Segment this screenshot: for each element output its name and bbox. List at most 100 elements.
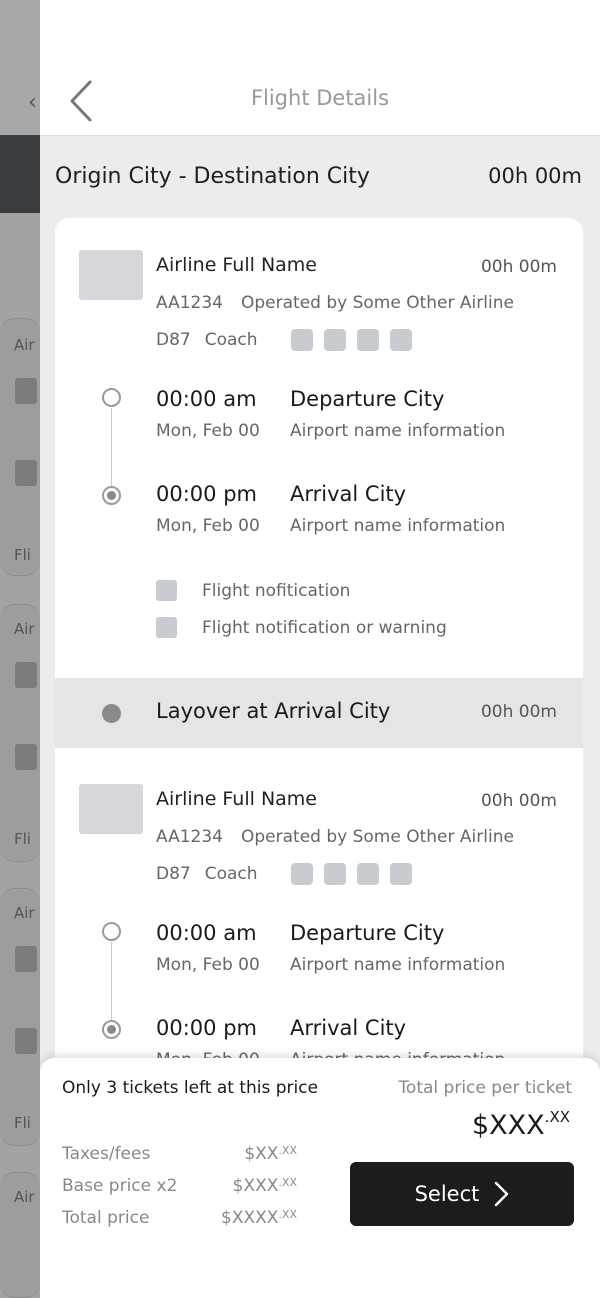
background-thumb — [15, 378, 37, 404]
arrival-marker-icon — [102, 1020, 121, 1039]
arrival-city: Arrival City — [290, 1016, 407, 1040]
flight-info: AA1234 Operated by Some Other Airline — [156, 293, 514, 313]
gate: D87 — [156, 864, 191, 884]
fee-value: $XXXX.XX — [221, 1208, 297, 1228]
price-cents: .XX — [544, 1108, 570, 1126]
fee-cents: .XX — [278, 1144, 297, 1157]
purchase-panel: Only 3 tickets left at this price Total … — [40, 1058, 600, 1298]
total-price-label: Total price per ticket — [398, 1078, 572, 1098]
fee-row: Taxes/fees $XX.XX — [62, 1144, 297, 1164]
background-card — [0, 888, 40, 1146]
route-duration: 00h 00m — [488, 164, 582, 188]
background-label: Air — [14, 904, 35, 922]
notification-label: Flight notification or warning — [202, 617, 447, 638]
price-main: $XXX — [472, 1110, 545, 1141]
arrival-date: Mon, Feb 00 — [156, 516, 260, 536]
amenity-icon — [357, 329, 379, 351]
notification-checkbox[interactable] — [156, 617, 177, 638]
segment-duration: 00h 00m — [480, 257, 557, 277]
route-title: Origin City - Destination City — [55, 164, 370, 189]
cabin: Coach — [204, 330, 258, 350]
background-thumb — [15, 1028, 37, 1054]
airline-name: Airline Full Name — [156, 788, 317, 810]
background-thumb — [15, 662, 37, 688]
background-header-bar — [0, 135, 40, 213]
background-label: Fli — [14, 546, 31, 564]
background-thumb — [15, 744, 37, 770]
amenity-icon — [357, 863, 379, 885]
fee-cents: .XX — [278, 1176, 297, 1189]
layover-marker-icon — [102, 704, 121, 723]
background-label: Air — [14, 1188, 35, 1206]
amenity-icon — [390, 329, 412, 351]
arrival-time: 00:00 pm — [156, 482, 257, 506]
departure-date: Mon, Feb 00 — [156, 421, 260, 441]
chevron-right-icon — [495, 1181, 509, 1207]
page-title: Flight Details — [250, 86, 390, 110]
layover-label: Layover at Arrival City — [156, 699, 391, 723]
amenity-icon — [390, 863, 412, 885]
departure-time: 00:00 am — [156, 921, 257, 945]
fee-row: Base price x2 $XXX.XX — [62, 1176, 297, 1196]
background-label: Fli — [14, 1114, 31, 1132]
layover-row: Layover at Arrival City 00h 00m — [55, 678, 583, 748]
arrival-time: 00:00 pm — [156, 1016, 257, 1040]
fee-label: Taxes/fees — [62, 1144, 151, 1164]
background-thumb — [15, 946, 37, 972]
nav-bar: Flight Details — [40, 0, 600, 136]
fee-row: Total price $XXXX.XX — [62, 1208, 297, 1228]
departure-marker-icon — [102, 922, 121, 941]
availability-notice: Only 3 tickets left at this price — [62, 1078, 319, 1098]
flight-number: AA1234 — [156, 293, 223, 313]
operated-by: Operated by Some Other Airline — [241, 293, 514, 313]
fee-value: $XXX.XX — [233, 1176, 297, 1196]
notification-checkbox[interactable] — [156, 580, 177, 601]
ticket-price: $XXX.XX — [472, 1108, 570, 1141]
flight-info: AA1234 Operated by Some Other Airline — [156, 827, 514, 847]
gate: D87 — [156, 330, 191, 350]
arrival-airport: Airport name information — [290, 516, 506, 536]
fee-amount: $XX — [244, 1144, 279, 1164]
airline-logo — [79, 250, 143, 300]
departure-time: 00:00 am — [156, 387, 257, 411]
background-label: Air — [14, 620, 35, 638]
departure-date: Mon, Feb 00 — [156, 955, 260, 975]
departure-airport: Airport name information — [290, 955, 506, 975]
gate-cabin: D87 Coach — [156, 864, 258, 884]
notification-label: Flight nofitication — [202, 580, 351, 601]
layover-duration: 00h 00m — [480, 702, 557, 722]
background-thumb — [15, 460, 37, 486]
amenity-icons — [291, 863, 412, 885]
select-label: Select — [414, 1182, 480, 1206]
fee-amount: $XXXX — [221, 1208, 279, 1228]
fee-cents: .XX — [278, 1208, 297, 1221]
itinerary-card: Airline Full Name 00h 00m AA1234 Operated… — [55, 218, 583, 1118]
background-label: Fli — [14, 830, 31, 848]
departure-airport: Airport name information — [290, 421, 506, 441]
departure-marker-icon — [102, 388, 121, 407]
arrival-city: Arrival City — [290, 482, 407, 506]
route-header: Origin City - Destination City 00h 00m — [40, 136, 600, 218]
timeline-line — [111, 942, 112, 1022]
airline-logo — [79, 784, 143, 834]
gate-cabin: D87 Coach — [156, 330, 258, 350]
cabin: Coach — [204, 864, 258, 884]
select-button[interactable]: Select — [350, 1162, 574, 1226]
amenity-icon — [291, 329, 313, 351]
notification-item: Flight nofitication — [156, 580, 350, 601]
segment-duration: 00h 00m — [480, 791, 557, 811]
departure-city: Departure City — [290, 387, 445, 411]
amenity-icon — [324, 863, 346, 885]
timeline-line — [111, 408, 112, 488]
operated-by: Operated by Some Other Airline — [241, 827, 514, 847]
arrival-marker-icon — [102, 486, 121, 505]
fee-value: $XX.XX — [244, 1144, 297, 1164]
airline-name: Airline Full Name — [156, 254, 317, 276]
background-screen: ‹ Air Fli Air Fli Air Fli Air — [0, 0, 40, 1298]
flight-details-sheet: Flight Details Origin City - Destination… — [40, 0, 600, 1298]
departure-city: Departure City — [290, 921, 445, 945]
fee-amount: $XXX — [232, 1176, 279, 1196]
notification-item: Flight notification or warning — [156, 617, 447, 638]
background-chevron-icon: ‹ — [28, 90, 37, 115]
background-card — [0, 318, 40, 576]
